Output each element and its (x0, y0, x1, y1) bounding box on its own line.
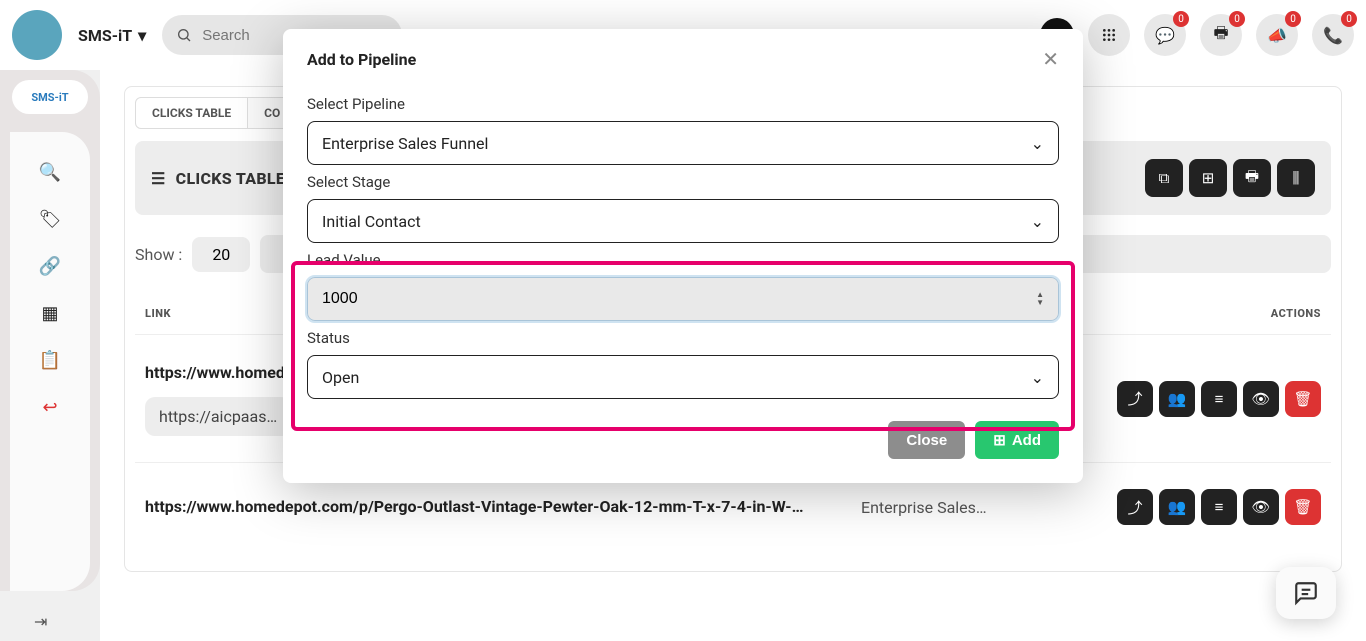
add-button[interactable]: ⊞ Add (975, 421, 1059, 459)
stage-label: Select Stage (307, 173, 1059, 191)
chevron-down-icon: ⌄ (1031, 212, 1044, 231)
stage-value: Initial Contact (322, 212, 421, 231)
status-label: Status (307, 329, 1059, 347)
pipeline-select[interactable]: Enterprise Sales Funnel ⌄ (307, 121, 1059, 165)
lead-value-input[interactable] (322, 290, 1036, 308)
pipeline-label: Select Pipeline (307, 95, 1059, 113)
modal-title: Add to Pipeline (307, 50, 416, 69)
lead-value-label: Lead Value (307, 251, 1059, 269)
modal-backdrop: Add to Pipeline ✕ Select Pipeline Enterp… (0, 0, 1366, 641)
status-select[interactable]: Open ⌄ (307, 355, 1059, 399)
close-button-label: Close (906, 432, 947, 449)
plus-icon: ⊞ (993, 431, 1006, 449)
add-to-pipeline-modal: Add to Pipeline ✕ Select Pipeline Enterp… (283, 29, 1083, 483)
number-spinner[interactable]: ▲▼ (1036, 291, 1044, 307)
chat-bubble-icon (1291, 580, 1321, 606)
chevron-down-icon: ⌄ (1031, 368, 1044, 387)
close-button[interactable]: Close (888, 421, 965, 459)
stage-select[interactable]: Initial Contact ⌄ (307, 199, 1059, 243)
chat-fab[interactable] (1276, 567, 1336, 619)
pipeline-value: Enterprise Sales Funnel (322, 134, 488, 153)
status-value: Open (322, 368, 359, 387)
modal-close-button[interactable]: ✕ (1042, 47, 1059, 71)
chevron-down-icon: ⌄ (1031, 134, 1044, 153)
close-icon: ✕ (1042, 47, 1059, 71)
add-button-label: Add (1012, 432, 1041, 449)
lead-value-field[interactable]: ▲▼ (307, 277, 1059, 321)
